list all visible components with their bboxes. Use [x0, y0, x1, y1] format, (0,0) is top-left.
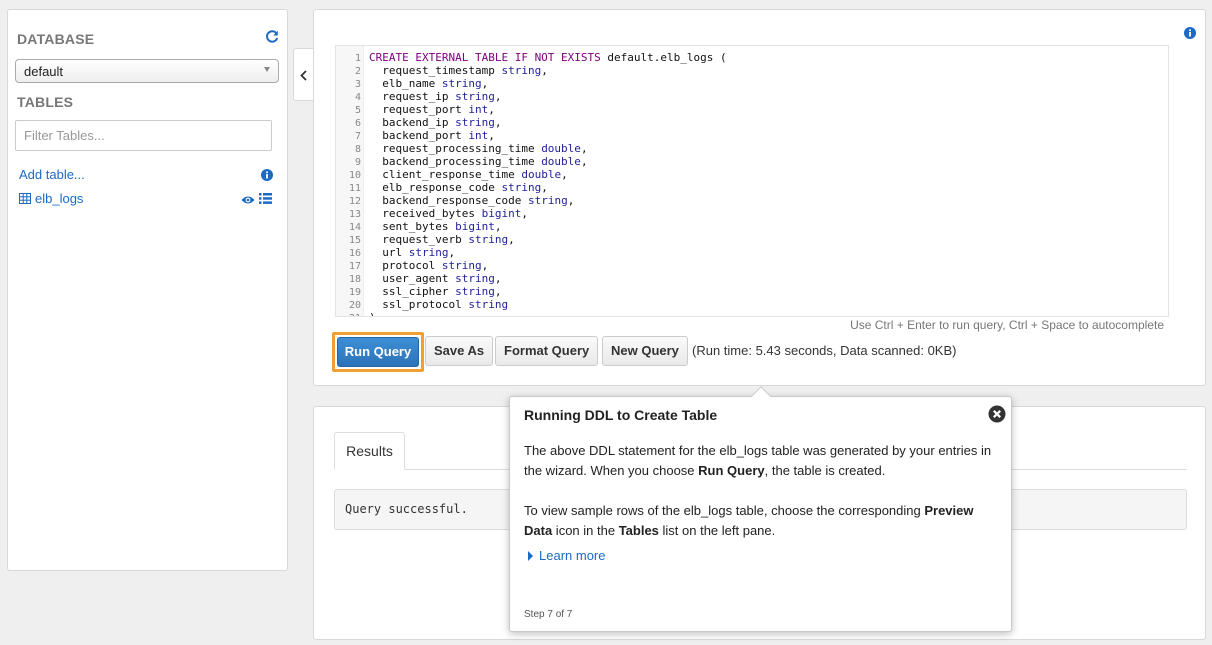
code-text: protocol string, [369, 259, 489, 272]
close-icon[interactable] [988, 405, 1006, 423]
refresh-icon[interactable] [265, 30, 279, 44]
code-text: sent_bytes bigint, [369, 220, 502, 233]
code-text: backend_response_code string, [369, 194, 575, 207]
code-text: request_ip string, [369, 90, 502, 103]
run-status-text: (Run time: 5.43 seconds, Data scanned: 0… [692, 343, 957, 358]
sidebar: DATABASE default TABLES Add table... elb… [7, 9, 288, 571]
code-lines: 1 CREATE EXTERNAL TABLE IF NOT EXISTS def… [336, 51, 727, 316]
code-text: CREATE EXTERNAL TABLE IF NOT EXISTS defa… [369, 51, 727, 64]
keyboard-hint: Use Ctrl + Enter to run query, Ctrl + Sp… [850, 318, 1164, 332]
popover-title: Running DDL to Create Table [524, 407, 718, 423]
code-text: request_processing_time double, [369, 142, 588, 155]
database-selected-value: default [24, 64, 64, 79]
query-editor-panel: 1 CREATE EXTERNAL TABLE IF NOT EXISTS def… [313, 9, 1206, 386]
code-text: request_verb string, [369, 233, 515, 246]
code-line: 8 request_processing_time double, [336, 142, 727, 155]
step-indicator: Step 7 of 7 [524, 609, 573, 620]
code-text: elb_response_code string, [369, 181, 548, 194]
code-text: ssl_cipher string, [369, 285, 502, 298]
popover-paragraph-2: To view sample rows of the elb_logs tabl… [524, 503, 974, 538]
filter-tables-input[interactable] [15, 120, 272, 151]
code-text: backend_ip string, [369, 116, 502, 129]
code-line: 12 backend_response_code string, [336, 194, 727, 207]
table-name-link[interactable]: elb_logs [35, 191, 83, 206]
code-text: client_response_time double, [369, 168, 568, 181]
code-line: 6 backend_ip string, [336, 116, 727, 129]
code-line: 21) [336, 311, 727, 316]
eye-icon[interactable] [241, 195, 255, 205]
code-line: 16 url string, [336, 246, 727, 259]
chevron-left-icon [300, 70, 307, 81]
tab-results[interactable]: Results [334, 432, 405, 470]
database-select[interactable]: default [15, 59, 279, 83]
new-query-button[interactable]: New Query [602, 336, 688, 366]
code-text: ssl_protocol string [369, 298, 509, 311]
chevron-down-icon [264, 67, 270, 72]
code-line: 1 CREATE EXTERNAL TABLE IF NOT EXISTS def… [336, 51, 727, 64]
save-as-button[interactable]: Save As [425, 336, 494, 366]
info-icon[interactable] [261, 169, 273, 181]
code-line: 17 protocol string, [336, 259, 727, 272]
code-line: 5 request_port int, [336, 103, 727, 116]
info-icon[interactable] [1184, 27, 1196, 39]
format-query-button[interactable]: Format Query [495, 336, 599, 366]
code-line: 15 request_verb string, [336, 233, 727, 246]
code-line: 3 elb_name string, [336, 77, 727, 90]
tables-heading: TABLES [17, 94, 74, 110]
code-text: url string, [369, 246, 456, 259]
code-line: 9 backend_processing_time double, [336, 155, 727, 168]
code-line: 4 request_ip string, [336, 90, 727, 103]
line-number: 21 [336, 312, 361, 316]
table-icon [19, 193, 31, 204]
code-text: request_timestamp string, [369, 64, 548, 77]
add-table-link[interactable]: Add table... [19, 167, 85, 182]
code-line: 19 ssl_cipher string, [336, 285, 727, 298]
caret-right-icon [528, 550, 533, 561]
code-text: backend_port int, [369, 129, 495, 142]
code-text: request_port int, [369, 103, 495, 116]
collapse-sidebar-button[interactable] [293, 48, 315, 101]
list-icon[interactable] [259, 193, 272, 204]
code-text: user_agent string, [369, 272, 502, 285]
code-text: ) [361, 311, 376, 316]
table-list-item[interactable]: elb_logs [19, 191, 83, 206]
run-query-highlight: Run Query [332, 332, 424, 372]
run-query-button[interactable]: Run Query [337, 337, 419, 367]
tour-popover: Running DDL to Create Table The above DD… [509, 386, 1012, 632]
code-line: 7 backend_port int, [336, 129, 727, 142]
code-line: 11 elb_response_code string, [336, 181, 727, 194]
code-line: 20 ssl_protocol string [336, 298, 727, 311]
learn-more-link[interactable]: Learn more [528, 548, 605, 563]
code-text: backend_processing_time double, [369, 155, 588, 168]
code-text: received_bytes bigint, [369, 207, 528, 220]
code-line: 2 request_timestamp string, [336, 64, 727, 77]
popover-paragraph-1: The above DDL statement for the elb_logs… [524, 443, 992, 478]
code-text: elb_name string, [369, 77, 489, 90]
code-line: 14 sent_bytes bigint, [336, 220, 727, 233]
popover-arrow [751, 386, 771, 406]
sql-editor[interactable]: 1 CREATE EXTERNAL TABLE IF NOT EXISTS def… [335, 45, 1169, 317]
code-line: 10 client_response_time double, [336, 168, 727, 181]
database-heading: DATABASE [17, 31, 95, 47]
code-line: 13 received_bytes bigint, [336, 207, 727, 220]
popover-body: The above DDL statement for the elb_logs… [524, 441, 1004, 561]
code-line: 18 user_agent string, [336, 272, 727, 285]
